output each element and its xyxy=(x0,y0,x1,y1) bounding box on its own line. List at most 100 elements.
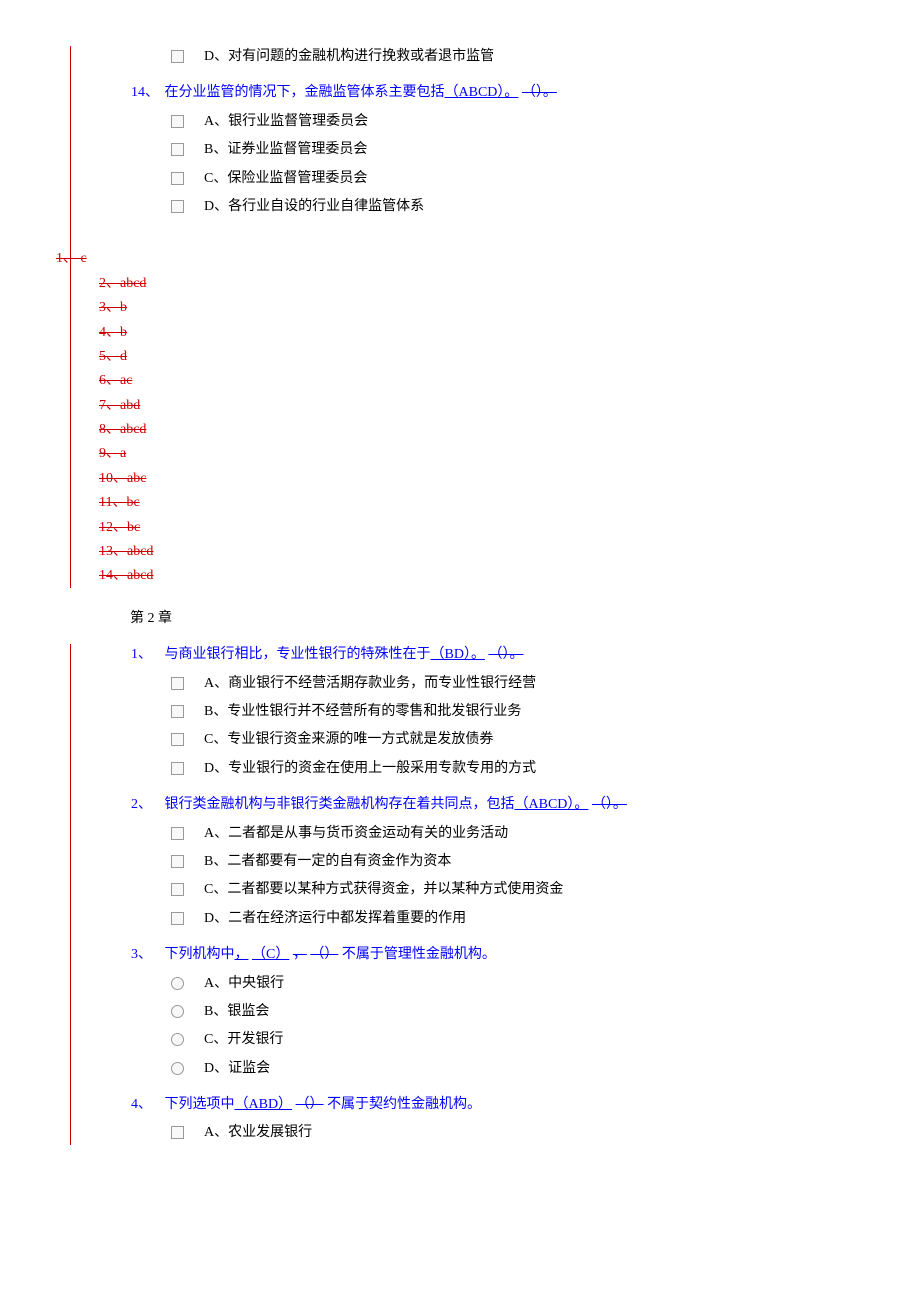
checkbox-icon[interactable] xyxy=(171,855,184,868)
q14-option-d: D、各行业自设的行业自律监管体系 xyxy=(71,196,830,218)
q14-option-c: C、保险业监督管理委员会 xyxy=(71,168,830,190)
option-text: A、商业银行不经营活期存款业务，而专业性银行经营 xyxy=(204,673,536,695)
deleted-text: （）。 xyxy=(522,85,557,100)
c2q2-option-b: B、二者都要有一定的自有资金作为资本 xyxy=(71,851,830,873)
question-text: 与商业银行相比，专业性银行的特殊性在于 xyxy=(165,647,431,662)
question-text: 银行类金融机构与非银行类金融机构存在着共同点，包括 xyxy=(165,797,515,812)
c2q3-option-a: A、中央银行 xyxy=(71,973,830,995)
option-text: C、开发银行 xyxy=(204,1029,283,1051)
checkbox-icon[interactable] xyxy=(171,200,184,213)
deleted-text: （）。 xyxy=(488,647,523,662)
answer-line-10: 10、abc xyxy=(71,468,830,490)
answer-line-2: 2、abcd xyxy=(71,273,830,295)
c2q3-option-d: D、证监会 xyxy=(71,1058,830,1080)
checkbox-icon[interactable] xyxy=(171,883,184,896)
checkbox-icon[interactable] xyxy=(171,912,184,925)
option-text: C、保险业监督管理委员会 xyxy=(204,168,367,190)
c2-question-2: 2、 银行类金融机构与非银行类金融机构存在着共同点，包括（ABCD）。 （）。 xyxy=(71,794,830,816)
question-14: 14、 在分业监管的情况下，金融监管体系主要包括（ABCD）。 （）。 xyxy=(71,82,830,104)
option-text: A、农业发展银行 xyxy=(204,1122,312,1144)
option-text: B、二者都要有一定的自有资金作为资本 xyxy=(204,851,451,873)
answer-line-12: 12、bc xyxy=(71,517,830,539)
c2q1-option-d: D、专业银行的资金在使用上一般采用专款专用的方式 xyxy=(71,758,830,780)
c2q3-option-b: B、银监会 xyxy=(71,1001,830,1023)
radio-icon[interactable] xyxy=(171,1033,184,1046)
c2q2-option-d: D、二者在经济运行中都发挥着重要的作用 xyxy=(71,908,830,930)
question-number: 3、 xyxy=(131,944,161,966)
option-text: B、银监会 xyxy=(204,1001,269,1023)
radio-icon[interactable] xyxy=(171,1062,184,1075)
c2q1-option-a: A、商业银行不经营活期存款业务，而专业性银行经营 xyxy=(71,673,830,695)
answer-line-3: 3、b xyxy=(71,297,830,319)
c2-question-3: 3、 下列机构中， （C） ， （） 不属于管理性金融机构。 xyxy=(71,944,830,966)
question-text: 下列选项中 xyxy=(165,1097,235,1112)
answer-line-13: 13、abcd xyxy=(71,541,830,563)
deleted-text: （）。 xyxy=(592,797,627,812)
revision-section-top: D、对有问题的金融机构进行挽救或者退市监管 14、 在分业监管的情况下，金融监管… xyxy=(70,46,830,588)
question-number: 14、 xyxy=(131,82,161,104)
option-text: C、专业银行资金来源的唯一方式就是发放债券 xyxy=(204,729,493,751)
c2q1-option-c: C、专业银行资金来源的唯一方式就是发放债券 xyxy=(71,729,830,751)
c2q2-option-a: A、二者都是从事与货币资金运动有关的业务活动 xyxy=(71,823,830,845)
answer-line-8: 8、abcd xyxy=(71,419,830,441)
deleted-comma: ， xyxy=(293,947,307,962)
chapter-2-title: 第 2 章 xyxy=(90,608,830,630)
question-text: 在分业监管的情况下，金融监管体系主要包括 xyxy=(165,85,445,100)
checkbox-icon[interactable] xyxy=(171,677,184,690)
checkbox-icon[interactable] xyxy=(171,172,184,185)
option-text: A、中央银行 xyxy=(204,973,284,995)
c2q3-option-c: C、开发银行 xyxy=(71,1029,830,1051)
question-text-post: 不属于契约性金融机构。 xyxy=(327,1097,481,1112)
q14-option-b: B、证券业监督管理委员会 xyxy=(71,139,830,161)
c2-question-4: 4、 下列选项中（ABD） （） 不属于契约性金融机构。 xyxy=(71,1094,830,1116)
inserted-text: （ABCD）。 xyxy=(515,797,589,812)
inserted-text: （C） xyxy=(252,947,289,962)
inserted-comma: ， xyxy=(235,947,249,962)
answer-line-11: 11、bc xyxy=(71,492,830,514)
inserted-text: （BD）。 xyxy=(431,647,485,662)
question-number: 4、 xyxy=(131,1094,161,1116)
deleted-text: （） xyxy=(296,1097,324,1112)
option-text: D、各行业自设的行业自律监管体系 xyxy=(204,196,424,218)
question-number: 2、 xyxy=(131,794,161,816)
c2q2-option-c: C、二者都要以某种方式获得资金，并以某种方式使用资金 xyxy=(71,879,830,901)
checkbox-icon[interactable] xyxy=(171,733,184,746)
answer-line-5: 5、d xyxy=(71,346,830,368)
checkbox-icon[interactable] xyxy=(171,827,184,840)
option-text: B、专业性银行并不经营所有的零售和批发银行业务 xyxy=(204,701,521,723)
checkbox-icon[interactable] xyxy=(171,115,184,128)
checkbox-icon[interactable] xyxy=(171,143,184,156)
answer-line-4: 4、b xyxy=(71,322,830,344)
checkbox-icon[interactable] xyxy=(171,50,184,63)
answer-line-6: 6、ac xyxy=(71,370,830,392)
option-text: D、专业银行的资金在使用上一般采用专款专用的方式 xyxy=(204,758,536,780)
c2q4-option-a: A、农业发展银行 xyxy=(71,1122,830,1144)
answer-line-1: 1、 c xyxy=(56,248,830,270)
checkbox-icon[interactable] xyxy=(171,1126,184,1139)
c2q1-option-b: B、专业性银行并不经营所有的零售和批发银行业务 xyxy=(71,701,830,723)
option-text: A、银行业监督管理委员会 xyxy=(204,111,368,133)
option-text: B、证券业监督管理委员会 xyxy=(204,139,367,161)
question-number: 1、 xyxy=(131,644,161,666)
c2-question-1: 1、 与商业银行相比，专业性银行的特殊性在于（BD）。 （）。 xyxy=(71,644,830,666)
option-text: D、对有问题的金融机构进行挽救或者退市监管 xyxy=(204,46,494,68)
inserted-text: （ABD） xyxy=(235,1097,293,1112)
question-text-post: 不属于管理性金融机构。 xyxy=(342,947,496,962)
answer-key-block: 1、 c 2、abcd 3、b 4、b 5、d 6、ac 7、abd 8、abc… xyxy=(71,248,830,587)
deleted-text: （） xyxy=(310,947,338,962)
revision-section-chapter2: 1、 与商业银行相比，专业性银行的特殊性在于（BD）。 （）。 A、商业银行不经… xyxy=(70,644,830,1145)
q14-option-a: A、银行业监督管理委员会 xyxy=(71,111,830,133)
q13-option-d: D、对有问题的金融机构进行挽救或者退市监管 xyxy=(71,46,830,68)
option-text: A、二者都是从事与货币资金运动有关的业务活动 xyxy=(204,823,508,845)
radio-icon[interactable] xyxy=(171,977,184,990)
answer-line-9: 9、a xyxy=(71,443,830,465)
inserted-text: （ABCD）。 xyxy=(445,85,519,100)
option-text: D、证监会 xyxy=(204,1058,270,1080)
checkbox-icon[interactable] xyxy=(171,762,184,775)
radio-icon[interactable] xyxy=(171,1005,184,1018)
answer-line-14: 14、abcd xyxy=(71,565,830,587)
checkbox-icon[interactable] xyxy=(171,705,184,718)
question-text: 下列机构中 xyxy=(165,947,235,962)
option-text: D、二者在经济运行中都发挥着重要的作用 xyxy=(204,908,466,930)
option-text: C、二者都要以某种方式获得资金，并以某种方式使用资金 xyxy=(204,879,563,901)
